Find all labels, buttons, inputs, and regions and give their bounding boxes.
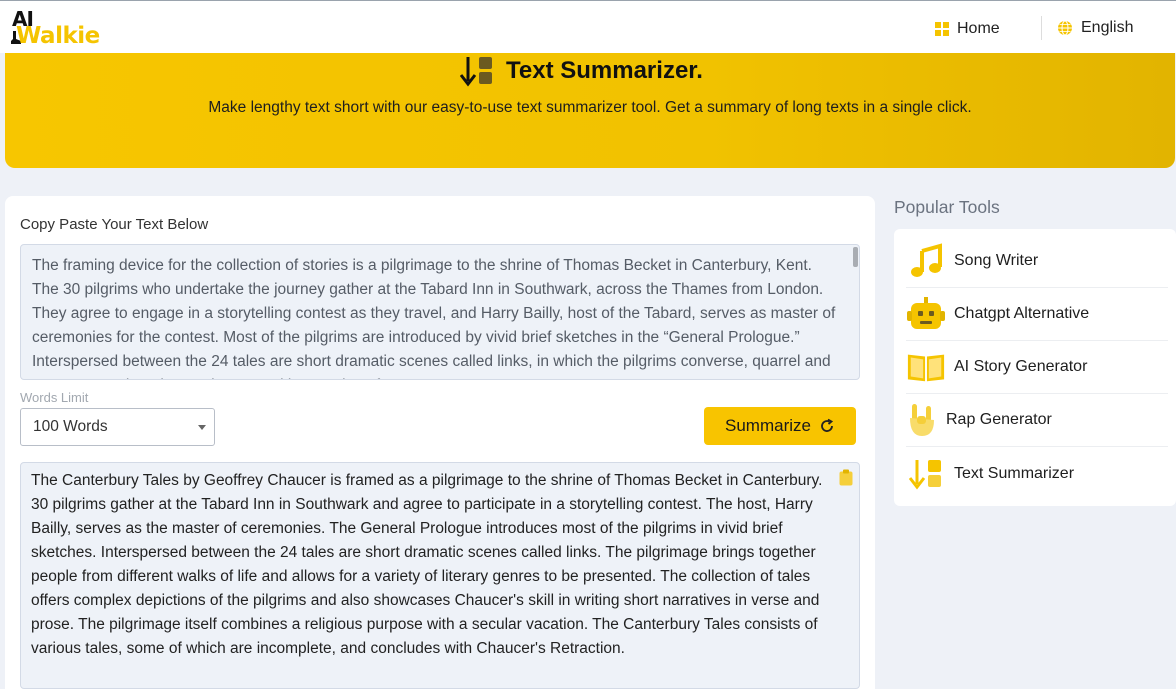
tool-label: AI Story Generator: [954, 358, 1088, 375]
tool-item-ai-story-generator[interactable]: AI Story Generator: [906, 341, 1168, 394]
input-scrollbar[interactable]: [851, 245, 859, 379]
scrollbar-thumb[interactable]: [853, 247, 858, 267]
tool-item-text-summarizer[interactable]: Text Summarizer: [906, 447, 1168, 500]
top-navbar: AI Walkie Home English: [0, 0, 1176, 53]
tool-label: Chatgpt Alternative: [954, 305, 1090, 322]
summarize-button[interactable]: Summarize: [704, 407, 856, 445]
summary-output-area[interactable]: The Canterbury Tales by Geoffrey Chaucer…: [20, 462, 860, 689]
words-limit-label: Words Limit: [20, 390, 89, 405]
language-label: English: [1081, 19, 1134, 36]
logo-walkie-text: Walkie: [16, 23, 100, 49]
page-title: Text Summarizer.: [506, 57, 703, 84]
summarizer-icon: [460, 57, 492, 87]
summarizer-icon: [909, 459, 941, 489]
input-label: Copy Paste Your Text Below: [20, 216, 209, 233]
robot-icon: [907, 297, 945, 329]
nav-home-link[interactable]: Home: [935, 18, 1000, 40]
open-book-icon: [907, 354, 945, 382]
rock-hand-icon: [910, 404, 934, 436]
language-selector[interactable]: English: [1057, 17, 1133, 39]
nav-home-label: Home: [957, 20, 1000, 37]
ai-walkie-logo[interactable]: AI Walkie: [10, 5, 100, 51]
summarize-button-label: Summarize: [725, 416, 811, 435]
source-text-area[interactable]: The framing device for the collection of…: [20, 244, 860, 380]
clipboard-copy-icon[interactable]: [839, 469, 853, 486]
popular-tools-title: Popular Tools: [894, 197, 1000, 217]
refresh-icon: [821, 418, 834, 432]
page-subtitle: Make lengthy text short with our easy-to…: [208, 99, 972, 116]
source-text[interactable]: The framing device for the collection of…: [32, 254, 838, 379]
grid-icon: [935, 22, 949, 36]
caret-down-icon: [198, 425, 206, 430]
tool-item-song-writer[interactable]: Song Writer: [906, 235, 1168, 288]
tool-item-chatgpt-alternative[interactable]: Chatgpt Alternative: [906, 288, 1168, 341]
tool-label: Song Writer: [954, 252, 1039, 269]
popular-tools-list: Song Writer Chatgpt Alternative AI Story…: [894, 229, 1176, 506]
hero-title-group: Text Summarizer.: [460, 55, 703, 87]
summarizer-card: Copy Paste Your Text Below The framing d…: [5, 196, 875, 689]
words-limit-value: 100 Words: [33, 418, 108, 435]
summary-text[interactable]: The Canterbury Tales by Geoffrey Chaucer…: [31, 469, 841, 661]
tool-label: Rap Generator: [946, 411, 1052, 428]
words-limit-select[interactable]: 100 Words: [20, 408, 215, 446]
tool-label: Text Summarizer: [954, 464, 1075, 482]
nav-divider: [1041, 16, 1042, 40]
hero-banner: Text Summarizer. Make lengthy text short…: [5, 53, 1175, 168]
tool-item-rap-generator[interactable]: Rap Generator: [906, 394, 1168, 447]
music-note-icon: [911, 243, 942, 277]
globe-icon: [1058, 20, 1072, 36]
